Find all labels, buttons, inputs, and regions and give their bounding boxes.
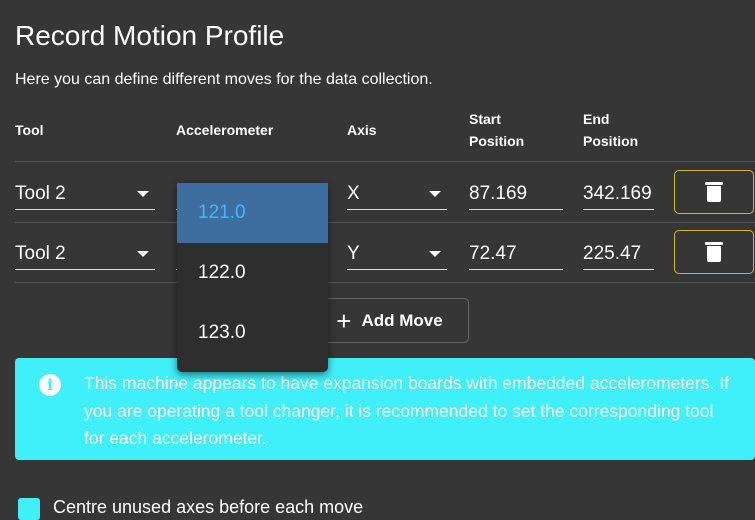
info-alert: i This machine appears to have expansion… <box>15 358 755 460</box>
header-axis: Axis <box>347 122 377 138</box>
end-position-input[interactable]: 225.47 <box>583 238 654 270</box>
divider <box>15 222 755 223</box>
header-start-position: Start Position <box>469 108 524 152</box>
end-position-input[interactable]: 342.169 <box>583 178 654 210</box>
add-move-label: Add Move <box>361 310 443 330</box>
centre-axes-checkbox[interactable] <box>18 498 40 520</box>
plus-icon: + <box>336 305 352 336</box>
header-end-line1: End <box>583 111 610 127</box>
chevron-down-icon <box>137 251 149 257</box>
menu-item-123[interactable]: 123.0 <box>177 303 328 363</box>
tool-select[interactable]: Tool 2 <box>15 238 155 270</box>
delete-button[interactable] <box>674 230 754 274</box>
menu-item-121[interactable]: 121.0 <box>177 183 328 243</box>
axis-select[interactable]: X <box>347 178 447 210</box>
menu-item-122[interactable]: 122.0 <box>177 243 328 303</box>
header-accelerometer: Accelerometer <box>176 122 274 138</box>
trash-icon <box>705 242 723 262</box>
tool-value: Tool 2 <box>15 243 66 264</box>
start-position-input[interactable]: 72.47 <box>469 238 563 270</box>
accelerometer-dropdown-menu: 121.0 122.0 123.0 <box>177 183 328 372</box>
header-start-line2: Position <box>469 133 525 149</box>
info-icon: i <box>39 374 61 396</box>
page-subtitle: Here you can define different moves for … <box>15 71 433 88</box>
divider <box>15 161 755 162</box>
add-move-button[interactable]: + Add Move <box>310 298 469 343</box>
chevron-down-icon <box>429 191 441 197</box>
chevron-down-icon <box>137 191 149 197</box>
axis-select[interactable]: Y <box>347 238 447 270</box>
header-end-position: End Position <box>583 108 638 152</box>
header-tool: Tool <box>15 122 44 138</box>
page-title: Record Motion Profile <box>15 20 285 51</box>
tool-value: Tool 2 <box>15 183 66 204</box>
chevron-down-icon <box>429 251 441 257</box>
axis-value: Y <box>347 243 360 264</box>
divider <box>15 282 755 283</box>
tool-select[interactable]: Tool 2 <box>15 178 155 210</box>
axis-value: X <box>347 183 360 204</box>
header-start-line1: Start <box>469 111 501 127</box>
alert-text: This machine appears to have expansion b… <box>84 373 729 448</box>
delete-button[interactable] <box>674 170 754 214</box>
header-end-line2: Position <box>583 133 639 149</box>
start-position-input[interactable]: 87.169 <box>469 178 563 210</box>
trash-icon <box>705 182 723 202</box>
